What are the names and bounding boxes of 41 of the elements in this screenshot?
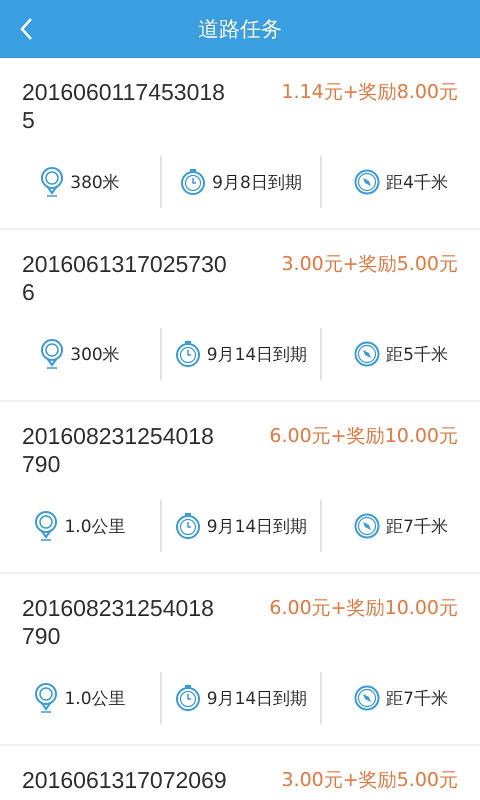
stopwatch-icon	[174, 340, 201, 368]
task-number: 2016061317072069	[22, 766, 228, 794]
task-stat: 9月8日到期	[212, 172, 302, 194]
task-stat: 距7千米	[386, 688, 448, 710]
task-card[interactable]: 2016061317072069 3.00元+奖励5.00元	[0, 746, 480, 800]
page-title: 道路任务	[198, 16, 282, 43]
back-icon	[19, 17, 33, 41]
task-stat: 距7千米	[386, 516, 448, 538]
stopwatch-icon	[180, 168, 206, 196]
compass-icon	[354, 341, 380, 367]
task-stat: 380米	[70, 172, 120, 194]
compass-icon	[354, 513, 380, 539]
task-stat: 1.0公里	[64, 516, 126, 538]
reward-amount: 3.00元+奖励5.00元	[281, 252, 458, 277]
compass-icon	[354, 685, 380, 711]
task-stat: 9月14日到期	[206, 516, 308, 538]
task-card[interactable]: 201608231254018790 6.00元+奖励10.00元 1.0公里 9月14日到期 距7千米	[0, 402, 480, 572]
task-card[interactable]: 20160601174530185 1.14元+奖励8.00元 380米 9月8日到期 距4千米	[0, 58, 480, 228]
stopwatch-icon	[174, 684, 201, 712]
task-stat: 9月14日到期	[206, 688, 308, 710]
task-card[interactable]: 201608231254018790 6.00元+奖励10.00元 1.0公里 9月14日到期 距7千米	[0, 574, 480, 744]
reward-amount: 6.00元+奖励10.00元	[269, 424, 458, 449]
task-stat: 9月14日到期	[206, 344, 308, 366]
reward-amount: 6.00元+奖励10.00元	[269, 596, 458, 621]
location-pin-icon	[40, 167, 64, 197]
task-stat: 1.0公里	[64, 688, 126, 710]
location-pin-icon	[34, 511, 58, 541]
task-number: 20160601174530185	[22, 78, 226, 134]
stopwatch-icon	[174, 512, 201, 540]
reward-amount: 1.14元+奖励8.00元	[281, 80, 458, 105]
task-number: 201608231254018790	[22, 594, 215, 650]
task-stat: 距4千米	[386, 172, 448, 194]
task-number: 20160613170257306	[22, 250, 228, 306]
task-stat: 300米	[70, 344, 120, 366]
compass-icon	[354, 169, 380, 195]
task-card[interactable]: 20160613170257306 3.00元+奖励5.00元 300米 9月14日到期 距5千米	[0, 230, 480, 400]
location-pin-icon	[40, 339, 64, 369]
task-number: 201608231254018790	[22, 422, 215, 478]
reward-amount: 3.00元+奖励5.00元	[281, 768, 458, 793]
task-stat: 距5千米	[386, 344, 448, 366]
location-pin-icon	[34, 683, 58, 713]
